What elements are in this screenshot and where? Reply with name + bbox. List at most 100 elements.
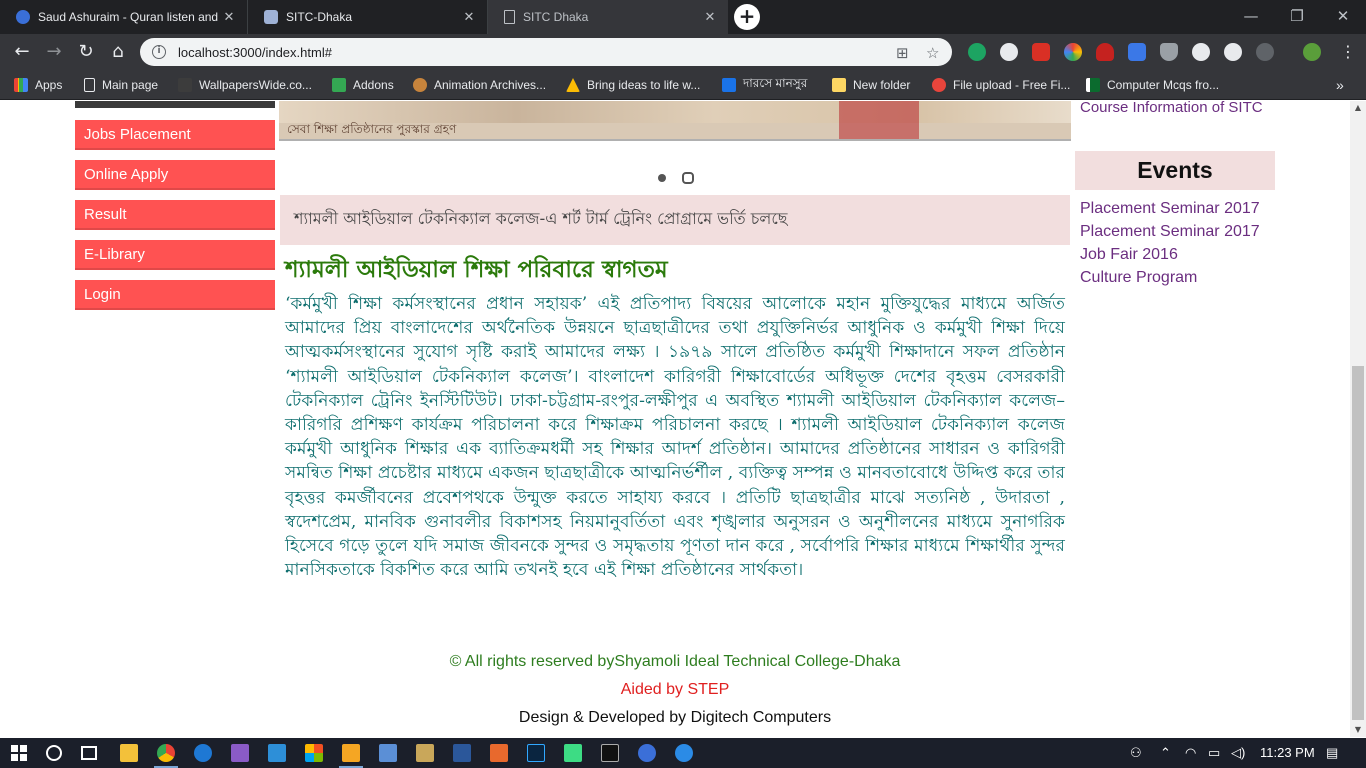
bookmark-label: Animation Archives... <box>434 78 547 92</box>
reload-button[interactable]: ↻ <box>72 38 100 66</box>
tab-title: Saud Ashuraim - Quran listen and <box>38 10 219 24</box>
sidebar-item-result[interactable]: Result <box>75 200 275 230</box>
sitc-favicon-icon <box>264 10 278 24</box>
bookmark-label: Computer Mcqs fro... <box>1107 78 1220 92</box>
sidebar-item-e-library[interactable]: E-Library <box>75 240 275 270</box>
bookmark-star-icon[interactable]: ☆ <box>926 44 939 62</box>
bookmark-wallpaperswide[interactable]: WallpapersWide.co... <box>178 70 312 100</box>
address-bar[interactable]: i localhost:3000/index.html# ⊞ ☆ <box>140 38 952 66</box>
sidebar-item-online-apply[interactable]: Online Apply <box>75 160 275 190</box>
chrome-icon[interactable] <box>157 744 175 762</box>
bookmark-computer-mcqs[interactable]: Computer Mcqs fro... <box>1086 70 1219 100</box>
scroll-up-icon[interactable]: ▲ <box>1353 103 1363 112</box>
close-icon[interactable]: ✕ <box>461 9 477 25</box>
scroll-down-icon[interactable]: ▼ <box>1353 725 1363 734</box>
course-information-link[interactable]: Course Information of SITC <box>1080 101 1270 117</box>
upload-icon <box>932 78 946 92</box>
wifi-icon[interactable]: ◠ <box>1185 738 1196 768</box>
new-tab-button[interactable]: + <box>734 4 760 30</box>
forward-button[interactable]: → <box>40 38 68 66</box>
battery-icon[interactable]: ▭ <box>1208 738 1220 768</box>
people-icon[interactable]: ⚇ <box>1130 738 1142 768</box>
apps-grid-icon <box>14 78 28 92</box>
task-view-icon[interactable] <box>81 746 97 760</box>
tab-sitc-dhaka-active[interactable]: SITC Dhaka ✕ <box>488 0 728 34</box>
vscode-icon[interactable] <box>268 744 286 762</box>
info-icon[interactable]: i <box>152 45 166 59</box>
sidebar-item-jobs-placement[interactable]: Jobs Placement <box>75 120 275 150</box>
event-link[interactable]: Placement Seminar 2017 <box>1080 200 1260 218</box>
bookmark-label: Main page <box>102 78 159 92</box>
bookmark-label: File upload - Free Fi... <box>953 78 1071 92</box>
page-viewport: Jobs Placement Online Apply Result E-Lib… <box>0 101 1366 737</box>
slider-dot-2[interactable] <box>682 172 694 184</box>
grammarly-extension-icon[interactable] <box>968 43 986 61</box>
paint-tools-icon[interactable] <box>416 744 434 762</box>
ideas-icon <box>566 78 580 92</box>
bookmark-animation-archives[interactable]: Animation Archives... <box>413 70 546 100</box>
3d-box-icon[interactable] <box>379 744 397 762</box>
back-button[interactable]: ← <box>8 38 36 66</box>
android-icon[interactable] <box>564 744 582 762</box>
sync-extension-icon[interactable] <box>1256 43 1274 61</box>
bookmark-apps[interactable]: Apps <box>14 70 62 100</box>
app-r-icon[interactable] <box>638 744 656 762</box>
notifications-icon[interactable]: ▤ <box>1326 738 1338 768</box>
bookmark-main-page[interactable]: Main page <box>84 70 158 100</box>
tff-extension-icon[interactable] <box>1128 43 1146 61</box>
windows-start-icon[interactable] <box>11 745 27 761</box>
avatar[interactable] <box>1303 43 1321 61</box>
tray-expand-icon[interactable]: ⌃ <box>1160 738 1171 768</box>
xampp-icon[interactable] <box>490 744 508 762</box>
sublime-text-icon[interactable] <box>342 744 360 762</box>
word-icon[interactable] <box>453 744 471 762</box>
file-explorer-icon[interactable] <box>120 744 138 762</box>
speed-extension-icon[interactable] <box>1224 43 1242 61</box>
bookmark-label: দারসে মানসুর <box>743 76 808 90</box>
messenger-icon[interactable] <box>675 744 693 762</box>
search-icon[interactable] <box>46 745 62 761</box>
sidebar-item-login[interactable]: Login <box>75 280 275 310</box>
tab-sitc-dhaka-1[interactable]: SITC-Dhaka ✕ <box>248 0 488 34</box>
color-picker-extension-icon[interactable] <box>1064 43 1082 61</box>
photoshop-icon[interactable] <box>527 744 545 762</box>
reader-extension-icon[interactable] <box>1032 43 1050 61</box>
close-icon[interactable]: ✕ <box>702 9 718 25</box>
chat-extension-icon[interactable] <box>1000 43 1018 61</box>
tab-quran[interactable]: Saud Ashuraim - Quran listen and ✕ <box>0 0 248 34</box>
page-scrollbar[interactable]: ▲ ▼ <box>1350 101 1366 737</box>
edge-icon[interactable] <box>194 744 212 762</box>
bookmark-new-folder[interactable]: New folder <box>832 70 910 100</box>
home-button[interactable]: ⌂ <box>104 38 132 66</box>
store-icon[interactable] <box>305 744 323 762</box>
event-link[interactable]: Culture Program <box>1080 269 1197 287</box>
scrollbar-thumb[interactable] <box>1352 366 1364 720</box>
close-icon[interactable]: ✕ <box>221 9 237 25</box>
events-heading: Events <box>1075 151 1275 190</box>
maximize-button[interactable]: ❐ <box>1274 0 1320 32</box>
more-bookmarks-icon[interactable]: » <box>1336 70 1344 100</box>
close-window-button[interactable]: ✕ <box>1320 0 1366 32</box>
clock[interactable]: 11:23 PM <box>1260 738 1315 768</box>
cloud-extension-icon[interactable] <box>1096 43 1114 61</box>
menu-dots-icon[interactable]: ⋮ <box>1340 42 1356 61</box>
image-slider[interactable]: সেবা শিক্ষা প্রতিষ্ঠানের পুরস্কার গ্রহণ <box>279 101 1071 141</box>
slider-dot-1[interactable] <box>658 174 666 182</box>
command-prompt-icon[interactable] <box>601 744 619 762</box>
wallpaper-icon <box>178 78 192 92</box>
translate-icon[interactable]: ⊞ <box>896 44 909 62</box>
tab-title: SITC-Dhaka <box>286 10 353 24</box>
event-link[interactable]: Job Fair 2016 <box>1080 246 1178 264</box>
minimize-button[interactable]: — <box>1228 0 1274 32</box>
bookmarks-bar: Apps Main page WallpapersWide.co... Addo… <box>0 70 1366 100</box>
bookmark-addons[interactable]: Addons <box>332 70 394 100</box>
volume-icon[interactable]: ◁) <box>1231 738 1245 768</box>
shield-extension-icon[interactable] <box>1160 43 1178 61</box>
visual-studio-icon[interactable] <box>231 744 249 762</box>
eye-extension-icon[interactable] <box>1192 43 1210 61</box>
bookmark-darse-mansur[interactable]: দারসে মানসুর <box>722 70 807 100</box>
bookmark-bring-ideas[interactable]: Bring ideas to life w... <box>566 70 700 100</box>
event-link[interactable]: Placement Seminar 2017 <box>1080 223 1260 241</box>
bookmark-file-upload[interactable]: File upload - Free Fi... <box>932 70 1070 100</box>
puzzle-icon <box>332 78 346 92</box>
